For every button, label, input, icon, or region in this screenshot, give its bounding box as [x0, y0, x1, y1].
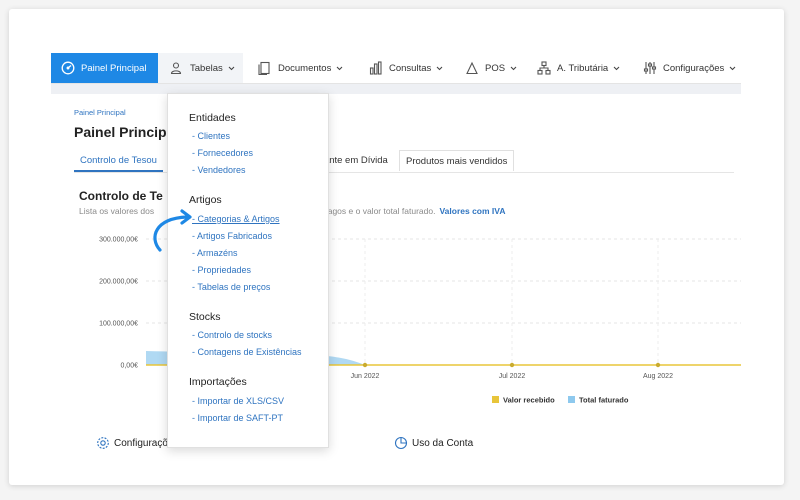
menu-section-heading: Stocks — [189, 311, 221, 323]
menu-item[interactable]: - Artigos Fabricados — [192, 231, 272, 241]
menu-section-heading: Artigos — [189, 194, 222, 206]
nav-label: Documentos — [278, 62, 332, 74]
curved-arrow-icon — [153, 209, 192, 252]
menu-item[interactable]: - Vendedores — [192, 165, 246, 175]
nav-consultas[interactable]: Consultas — [369, 53, 443, 83]
nav-label: Consultas — [389, 62, 432, 74]
dashboard-gauge-icon — [61, 61, 75, 75]
x-tick-label: Jun 2022 — [351, 373, 380, 380]
menu-item[interactable]: - Tabelas de preços — [192, 282, 270, 292]
data-point — [655, 362, 661, 368]
nav-label: Painel Principal — [81, 62, 147, 74]
x-tick-label: Aug 2022 — [643, 373, 673, 380]
tab-produtos-mais-vendidos[interactable]: Produtos mais vendidos — [399, 150, 515, 171]
chevron-down-icon — [336, 65, 343, 72]
iva-toggle-link[interactable]: Valores com IVA — [439, 206, 505, 216]
y-tick-label: 200.000,00€ — [99, 279, 138, 286]
chevron-down-icon — [613, 65, 620, 72]
legend-swatch — [492, 396, 499, 403]
chevron-down-icon — [228, 65, 235, 72]
users-icon — [170, 61, 184, 75]
sliders-icon — [643, 61, 657, 75]
main-content: Painel Principal Painel Princip Controlo… — [61, 94, 741, 450]
chevron-down-icon — [510, 65, 517, 72]
x-tick-label: Jul 2022 — [499, 373, 526, 380]
legend-label: Valor recebido — [503, 396, 555, 405]
widget-label: Configuraçõ — [114, 437, 168, 449]
menu-item[interactable]: - Contagens de Existências — [192, 347, 302, 357]
y-tick-label: 300.000,00€ — [99, 237, 138, 244]
menu-item[interactable]: - Categorias & Artigos — [192, 214, 280, 224]
pie-chart-icon — [394, 436, 408, 450]
menu-item[interactable]: - Importar de SAFT-PT — [192, 413, 283, 423]
uso-da-conta-widget[interactable]: Uso da Conta — [394, 436, 473, 450]
y-tick-label: 100.000,00€ — [99, 321, 138, 328]
chevron-down-icon — [436, 65, 443, 72]
bar-chart-icon — [369, 61, 383, 75]
widget-label: Uso da Conta — [412, 437, 474, 449]
subtitle-text: pagos e o valor total faturado. — [323, 206, 436, 216]
menu-item[interactable]: - Fornecedores — [192, 148, 253, 158]
nav-autoridade-tributaria[interactable]: A. Tributária — [537, 53, 620, 83]
nav-documentos[interactable]: Documentos — [258, 53, 343, 83]
nav-pos[interactable]: POS — [465, 53, 517, 83]
section-subtitle: Lista os valores dos — [79, 206, 155, 216]
data-point — [509, 362, 515, 368]
menu-section-heading: Entidades — [189, 112, 236, 124]
nav-label: POS — [485, 62, 506, 74]
nav-configuracoes[interactable]: Configurações — [643, 53, 736, 83]
nav-label: Configurações — [663, 62, 725, 74]
menu-item[interactable]: - Clientes — [192, 131, 230, 141]
menu-item[interactable]: - Importar de XLS/CSV — [192, 396, 284, 406]
menu-item[interactable]: - Controlo de stocks — [192, 330, 272, 340]
legend-swatch — [568, 396, 575, 403]
network-icon — [537, 61, 551, 75]
page-title: Painel Princip — [74, 124, 167, 140]
nav-painel-principal[interactable]: Painel Principal — [51, 53, 158, 83]
nav-tabelas[interactable]: Tabelas — [158, 53, 243, 83]
breadcrumb[interactable]: Painel Principal — [74, 108, 126, 117]
y-tick-label: 0,00€ — [120, 363, 138, 370]
section-title: Controlo de Te — [79, 189, 163, 203]
pos-terminal-icon — [465, 61, 479, 75]
app-window: Painel Principal Tabelas Documentos Cons… — [9, 9, 784, 485]
top-navbar: Painel Principal Tabelas Documentos Cons… — [51, 53, 741, 84]
section-subtitle-rest: pagos e o valor total faturado. Valores c… — [323, 206, 505, 216]
gear-icon — [96, 436, 110, 450]
chevron-down-icon — [729, 65, 736, 72]
menu-section-heading: Importações — [189, 376, 247, 388]
tab-controlo-tesouraria[interactable]: Controlo de Tesou — [74, 150, 163, 172]
nav-label: Tabelas — [190, 62, 223, 74]
data-point — [362, 362, 368, 368]
legend-label: Total faturado — [579, 396, 629, 405]
configuracoes-widget[interactable]: Configuraçõ — [96, 436, 168, 450]
menu-item[interactable]: - Propriedades — [192, 265, 251, 275]
tabelas-dropdown-menu: Entidades - Clientes - Fornecedores - Vende… — [167, 93, 329, 448]
document-icon — [258, 61, 272, 75]
content-header-strip — [51, 84, 741, 94]
nav-label: A. Tributária — [557, 62, 609, 74]
